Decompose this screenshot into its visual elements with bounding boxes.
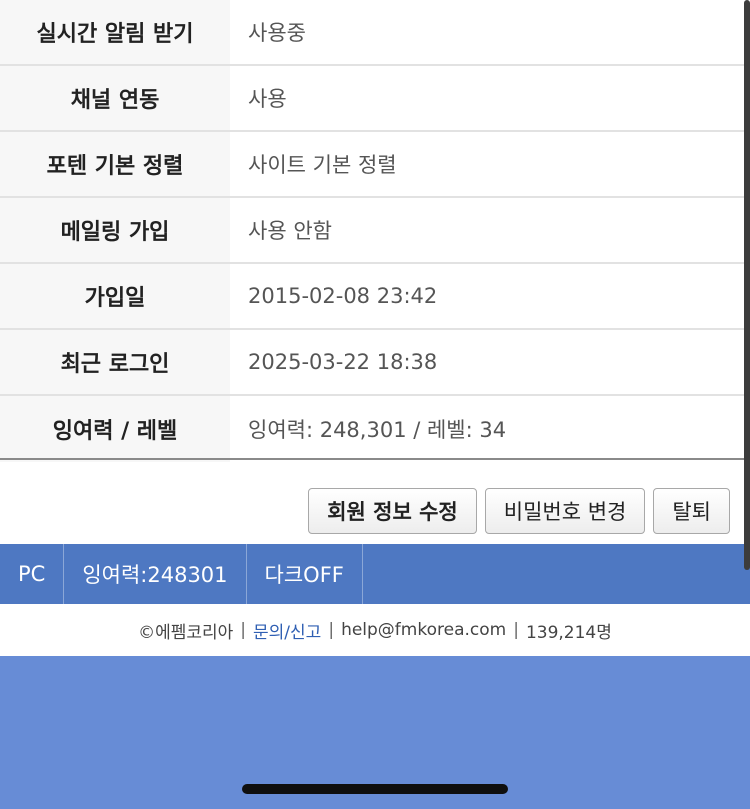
footer-separator: |	[513, 620, 519, 640]
info-value: 사용 안함	[230, 198, 750, 262]
info-label: 포텐 기본 정렬	[0, 132, 230, 196]
table-bottom-border	[0, 458, 750, 460]
pc-version-link[interactable]: PC	[0, 544, 65, 604]
withdraw-button[interactable]: 탈퇴	[653, 488, 730, 534]
info-label: 최근 로그인	[0, 330, 230, 394]
footer-separator: |	[328, 620, 335, 640]
info-value: 잉여력: 248,301 / 레벨: 34	[230, 396, 750, 462]
info-row-realtime-alert: 실시간 알림 받기 사용중	[0, 0, 750, 66]
info-label: 메일링 가입	[0, 198, 230, 262]
footer: ©에펨코리아 | 문의/신고 | help@fmkorea.com | 139,…	[0, 604, 750, 656]
change-password-button[interactable]: 비밀번호 변경	[484, 488, 646, 534]
info-value: 2015-02-08 23:42	[230, 264, 750, 328]
dark-mode-toggle[interactable]: 다크OFF	[247, 544, 363, 604]
action-buttons: 회원 정보 수정 비밀번호 변경 탈퇴	[308, 488, 730, 534]
info-row-poten-sort: 포텐 기본 정렬 사이트 기본 정렬	[0, 132, 750, 198]
scrollbar[interactable]	[744, 0, 750, 570]
info-row-points-level: 잉여력 / 레벨 잉여력: 248,301 / 레벨: 34	[0, 396, 750, 462]
home-indicator[interactable]	[242, 784, 508, 794]
info-value: 사용중	[230, 0, 750, 64]
info-label: 실시간 알림 받기	[0, 0, 230, 64]
info-label: 채널 연동	[0, 66, 230, 130]
info-row-last-login: 최근 로그인 2025-03-22 18:38	[0, 330, 750, 396]
member-info-table: 실시간 알림 받기 사용중 채널 연동 사용 포텐 기본 정렬 사이트 기본 정…	[0, 0, 750, 462]
points-link[interactable]: 잉여력:248301	[64, 544, 247, 604]
info-row-join-date: 가입일 2015-02-08 23:42	[0, 264, 750, 330]
info-row-channel-link: 채널 연동 사용	[0, 66, 750, 132]
edit-profile-button[interactable]: 회원 정보 수정	[308, 488, 477, 534]
info-label: 가입일	[0, 264, 230, 328]
footer-separator: |	[240, 620, 247, 640]
info-value: 2025-03-22 18:38	[230, 330, 750, 394]
info-value: 사이트 기본 정렬	[230, 132, 750, 196]
info-label: 잉여력 / 레벨	[0, 396, 230, 462]
info-value: 사용	[230, 66, 750, 130]
copyright-text: ©에펨코리아	[138, 622, 234, 643]
contact-link[interactable]: 문의/신고	[253, 618, 321, 643]
bottom-bar: PC 잉여력:248301 다크OFF	[0, 544, 750, 604]
info-row-mailing: 메일링 가입 사용 안함	[0, 198, 750, 264]
user-count: 139,214명	[525, 622, 612, 643]
email-text: help@fmkorea.com	[341, 620, 507, 640]
